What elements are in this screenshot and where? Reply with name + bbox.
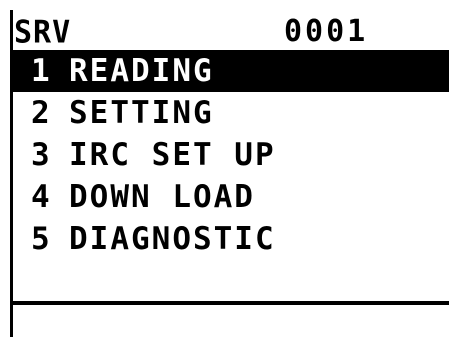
menu-item-label: READING	[69, 53, 214, 89]
menu-item-label: DOWN LOAD	[69, 179, 255, 215]
service-menu: 1 READING 2 SETTING 3 IRC SET UP 4 DOWN LOAD…	[13, 50, 449, 260]
menu-item-number: 4	[31, 179, 52, 215]
menu-item-irc-set-up[interactable]: 3 IRC SET UP	[13, 134, 449, 176]
menu-item-reading[interactable]: 1 READING	[13, 50, 449, 92]
menu-item-diagnostic[interactable]: 5 DIAGNOSTIC	[13, 218, 449, 260]
menu-item-label: IRC SET UP	[69, 137, 276, 173]
menu-item-number: 2	[31, 95, 52, 131]
menu-item-label: DIAGNOSTIC	[69, 221, 276, 257]
lcd-screen: SRV 0001 1 READING 2 SETTING 3 IRC SET UP 4…	[0, 0, 459, 337]
menu-item-setting[interactable]: 2 SETTING	[13, 92, 449, 134]
menu-item-number: 5	[31, 221, 52, 257]
clerk-code: 0001	[284, 14, 369, 49]
mode-label: SRV	[14, 14, 72, 51]
status-divider	[10, 301, 449, 305]
menu-item-number: 1	[31, 53, 52, 89]
header-bar: SRV 0001	[14, 14, 444, 51]
menu-item-number: 3	[31, 137, 52, 173]
menu-item-down-load[interactable]: 4 DOWN LOAD	[13, 176, 449, 218]
menu-item-label: SETTING	[69, 95, 214, 131]
